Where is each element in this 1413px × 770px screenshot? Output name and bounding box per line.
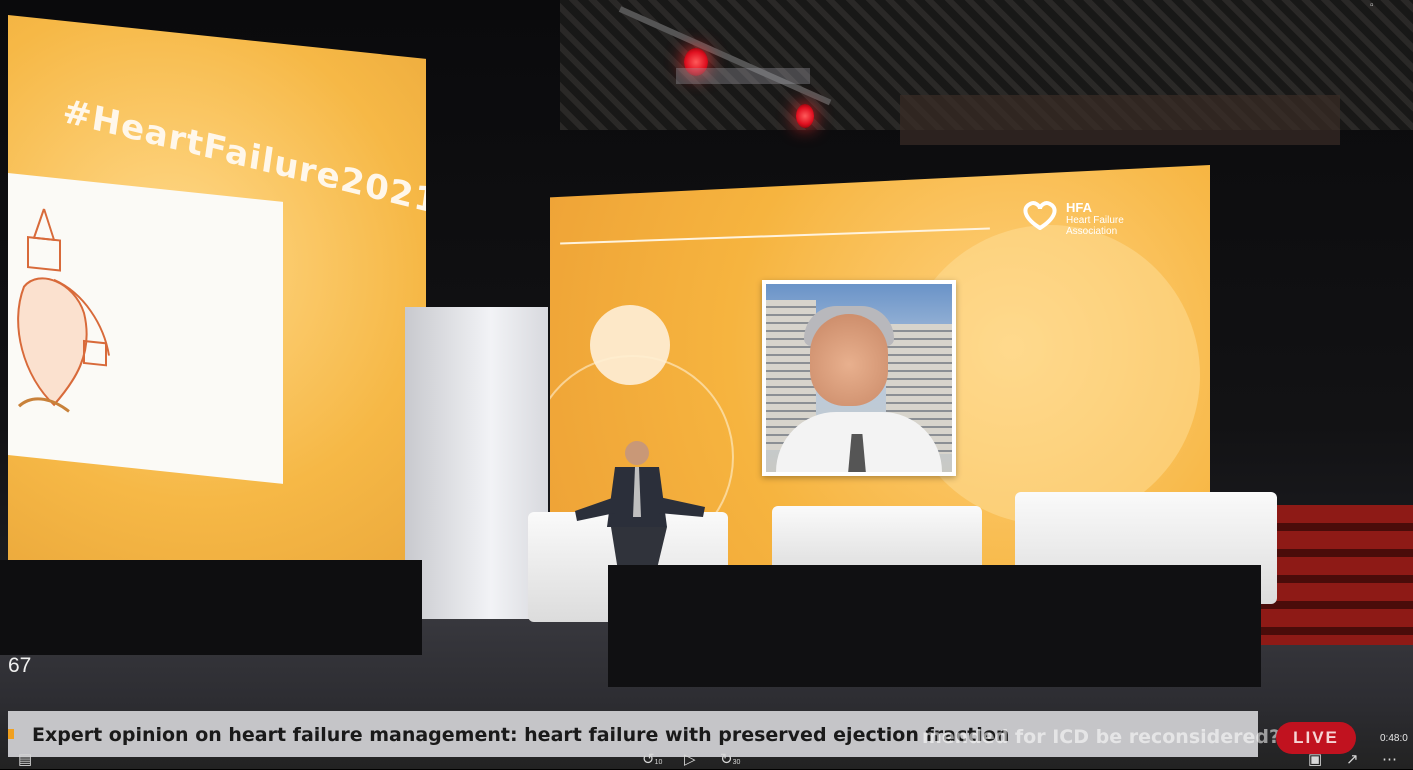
video-frame: #HeartFailure2021 HFA Heart Failure Asso…	[0, 0, 1413, 769]
heart-illustration	[17, 205, 110, 413]
remote-speaker-frame	[762, 280, 956, 476]
more-icon[interactable]: ⋯	[1382, 752, 1397, 767]
stage-pillar	[405, 307, 548, 619]
viewer-count: 67	[8, 654, 32, 677]
hfa-logo: HFA Heart Failure Association	[1020, 200, 1124, 237]
ceiling-panel	[900, 95, 1340, 145]
remote-speaker-video	[766, 284, 952, 472]
stage-light	[796, 104, 814, 128]
captions-icon[interactable]: ▤	[18, 752, 32, 767]
session-subtitle-ghost: mended for ICD be reconsidered?	[922, 726, 1281, 748]
forward-seconds: 30	[732, 759, 741, 766]
left-led-screen: #HeartFailure2021	[8, 15, 426, 607]
seated-speaker	[575, 441, 705, 577]
hfa-acronym: HFA	[1066, 200, 1092, 215]
stage-riser	[608, 565, 1261, 687]
hfa-name-line1: Heart Failure	[1066, 215, 1124, 226]
lower-third-accent	[8, 729, 14, 739]
hfa-name-line2: Association	[1066, 226, 1118, 237]
playback-time: 0:48:0	[1380, 733, 1408, 744]
picture-in-picture-icon[interactable]: ▣	[1308, 752, 1322, 767]
forward-button[interactable]: ↻30	[720, 752, 740, 770]
rewind-seconds: 10	[654, 759, 663, 766]
audience-seats	[1258, 505, 1413, 645]
speaker-face	[810, 314, 888, 406]
ceiling-tag-strip	[676, 68, 810, 84]
lower-third-banner: Expert opinion on heart failure manageme…	[8, 711, 1280, 757]
heart-logo-icon	[1023, 201, 1057, 230]
live-badge[interactable]: LIVE	[1276, 722, 1356, 754]
play-icon[interactable]: ▷	[684, 752, 696, 767]
top-right-mark: ▫	[1370, 0, 1374, 11]
screen-divider-line	[560, 227, 990, 245]
fullscreen-icon[interactable]: ↗	[1346, 752, 1359, 767]
stage-riser	[0, 560, 422, 655]
session-title: Expert opinion on heart failure manageme…	[32, 724, 1010, 746]
rewind-button[interactable]: ↺10	[642, 752, 662, 770]
